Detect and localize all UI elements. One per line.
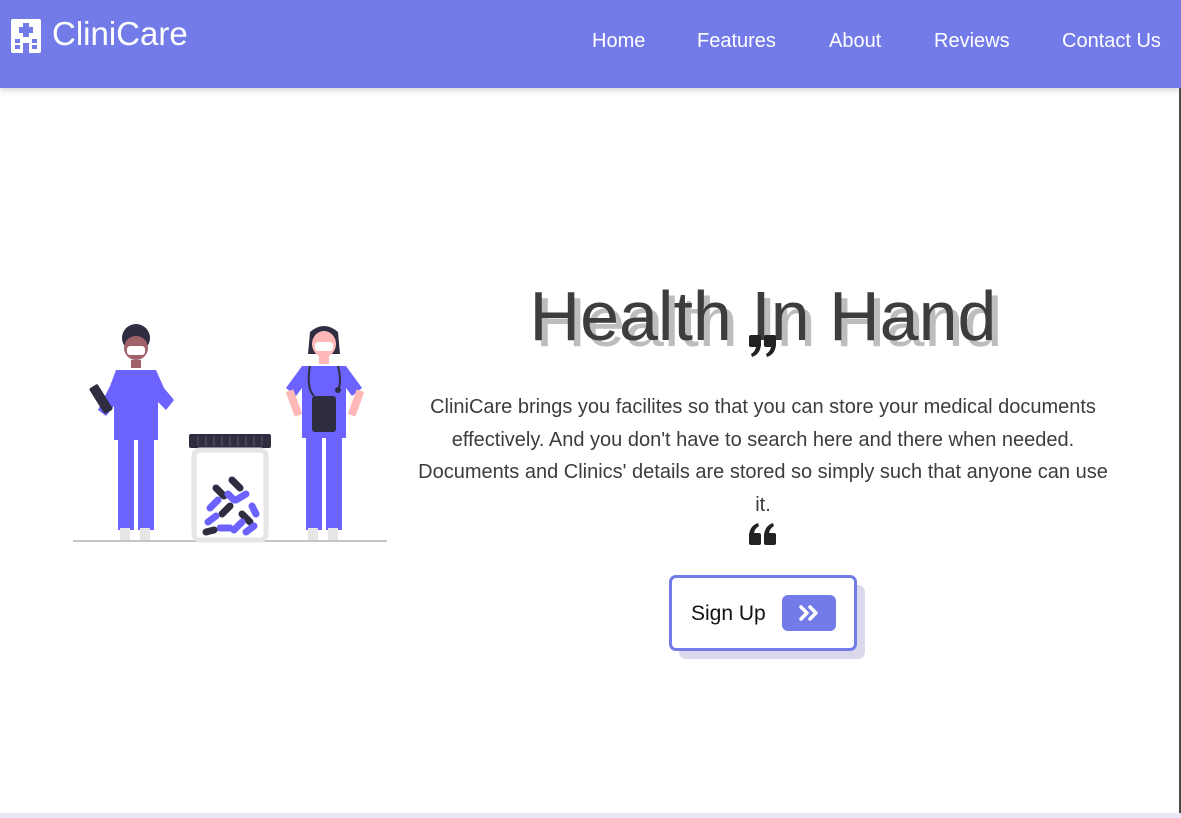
doctors-with-pill-jar-illustration [73, 324, 387, 543]
nav-contact-us[interactable]: Contact Us [1062, 29, 1161, 53]
right-doctor-figure [285, 326, 365, 540]
signup-label: Sign Up [691, 602, 766, 625]
nav-about[interactable]: About [829, 29, 881, 53]
left-doctor-figure [89, 324, 174, 540]
main-nav: Home Features About Reviews Contact Us [0, 29, 1181, 53]
navbar: CliniCare Home Features About Reviews Co… [0, 0, 1181, 88]
next-section-edge [0, 813, 1181, 818]
pill-jar [189, 434, 271, 543]
nav-features[interactable]: Features [697, 29, 776, 53]
nav-home[interactable]: Home [592, 29, 645, 53]
signup-button[interactable]: Sign Up [669, 575, 857, 651]
nav-reviews[interactable]: Reviews [934, 29, 1010, 53]
double-chevron-right-icon [799, 605, 818, 621]
hero-description: CliniCare brings you facilites so that y… [418, 396, 1108, 516]
quote-left-icon [749, 523, 776, 545]
quote-right-icon [749, 335, 776, 357]
signup-arrow-badge [782, 595, 836, 631]
